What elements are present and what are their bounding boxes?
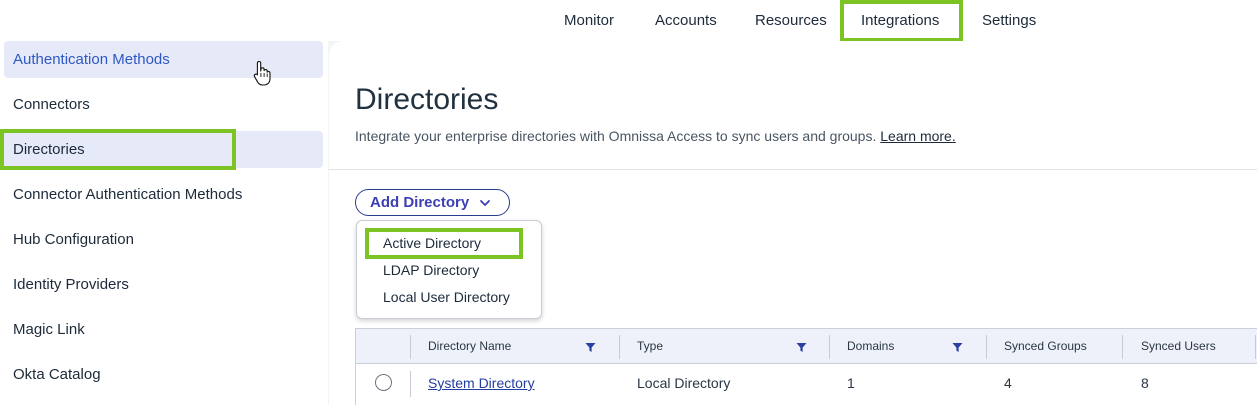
row-separator <box>410 371 411 397</box>
nav-monitor[interactable]: Monitor <box>564 0 614 41</box>
cell-synced-users: 8 <box>1141 375 1149 391</box>
filter-icon[interactable] <box>585 342 596 353</box>
column-separator <box>619 335 620 359</box>
cell-directory-name: System Directory <box>428 364 535 402</box>
directories-table: Directory Name Type Domains Synced Group… <box>355 328 1257 405</box>
sidebar-item-hub-configuration[interactable]: Hub Configuration <box>4 221 323 258</box>
chevron-down-icon <box>480 200 490 206</box>
sidebar-item-connectors[interactable]: Connectors <box>4 86 323 123</box>
add-directory-button[interactable]: Add Directory <box>355 189 510 216</box>
filter-icon[interactable] <box>952 342 963 353</box>
menu-item-ldap-directory[interactable]: LDAP Directory <box>357 257 541 284</box>
cell-type: Local Directory <box>637 375 731 391</box>
column-separator <box>829 335 830 359</box>
page-title: Directories <box>355 83 499 116</box>
row-select-radio[interactable] <box>375 374 392 391</box>
sidebar-item-okta-catalog[interactable]: Okta Catalog <box>4 356 323 393</box>
menu-item-active-directory[interactable]: Active Directory <box>357 230 541 257</box>
system-directory-link[interactable]: System Directory <box>428 375 535 391</box>
table-row[interactable]: System Directory Local Directory 1 4 8 <box>356 364 1257 405</box>
add-directory-dropdown-menu: Active Directory LDAP Directory Local Us… <box>356 220 542 319</box>
nav-integrations[interactable]: Integrations <box>861 0 939 41</box>
sidebar-item-magic-link[interactable]: Magic Link <box>4 311 323 348</box>
sidebar-item-authentication-methods[interactable]: Authentication Methods <box>4 41 323 78</box>
sidebar-item-identity-providers[interactable]: Identity Providers <box>4 266 323 303</box>
column-header-synced-groups[interactable]: Synced Groups <box>1004 329 1087 363</box>
sidebar-item-connector-authentication-methods[interactable]: Connector Authentication Methods <box>4 176 323 213</box>
top-navigation: Monitor Accounts Resources Integrations … <box>0 0 1257 42</box>
sidebar: Authentication Methods Connectors Direct… <box>0 41 328 405</box>
column-header-domains[interactable]: Domains <box>847 329 894 363</box>
page-description: Integrate your enterprise directories wi… <box>355 128 956 144</box>
nav-settings[interactable]: Settings <box>982 0 1036 41</box>
nav-resources[interactable]: Resources <box>755 0 827 41</box>
description-text: Integrate your enterprise directories wi… <box>355 128 877 144</box>
main-panel: Directories Integrate your enterprise di… <box>329 41 1257 405</box>
column-header-synced-users[interactable]: Synced Users <box>1141 329 1216 363</box>
column-header-directory-name[interactable]: Directory Name <box>428 329 511 363</box>
header-divider <box>329 169 1257 170</box>
column-separator <box>1122 335 1123 359</box>
table-header: Directory Name Type Domains Synced Group… <box>356 328 1257 364</box>
add-directory-label: Add Directory <box>370 194 470 211</box>
menu-item-local-user-directory[interactable]: Local User Directory <box>357 284 541 311</box>
hand-pointer-icon <box>253 60 271 86</box>
cell-synced-groups: 4 <box>1004 375 1012 391</box>
column-header-type[interactable]: Type <box>637 329 663 363</box>
column-separator <box>1255 335 1256 359</box>
column-separator <box>986 335 987 359</box>
nav-accounts[interactable]: Accounts <box>655 0 717 41</box>
learn-more-link[interactable]: Learn more. <box>880 128 955 144</box>
cell-domains: 1 <box>847 375 855 391</box>
sidebar-item-directories[interactable]: Directories <box>4 131 323 168</box>
filter-icon[interactable] <box>796 342 807 353</box>
column-separator <box>410 335 411 359</box>
